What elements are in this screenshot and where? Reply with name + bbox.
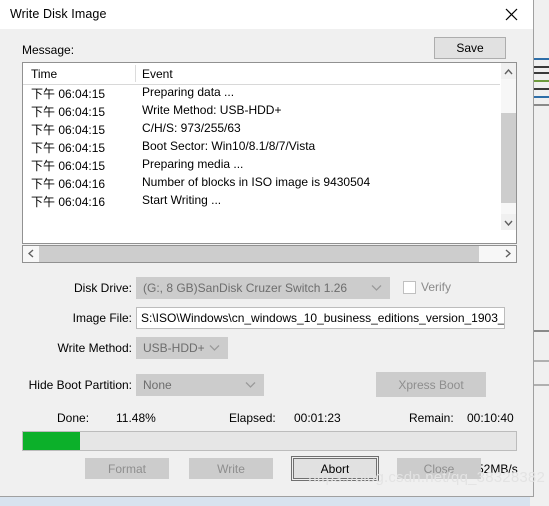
verify-checkbox[interactable]: Verify <box>403 280 451 294</box>
title-bar: Write Disk Image <box>0 0 533 30</box>
abort-button[interactable]: Abort <box>291 456 379 481</box>
row-event: Boot Sector: Win10/8.1/8/7/Vista <box>142 139 316 153</box>
disk-drive-row: Disk Drive: (G:, 8 GB)SanDisk Cruzer Swi… <box>0 277 533 299</box>
save-button[interactable]: Save <box>434 37 506 59</box>
window-title: Write Disk Image <box>10 7 107 21</box>
disk-drive-value: (G:, 8 GB)SanDisk Cruzer Switch 1.26 <box>143 281 348 295</box>
hide-boot-partition-select[interactable]: None <box>136 374 264 396</box>
close-button[interactable]: Close <box>397 458 481 479</box>
row-time: 下午 06:04:15 <box>31 87 106 101</box>
elapsed-value: 00:01:23 <box>294 411 341 425</box>
message-label: Message: <box>22 43 75 57</box>
checkbox-box <box>403 280 416 294</box>
row-event: Write Method: USB-HDD+ <box>142 103 282 117</box>
progress-bar <box>22 431 517 451</box>
verify-label: Verify <box>421 280 452 294</box>
vertical-scroll-track[interactable] <box>501 79 516 214</box>
chevron-up-icon <box>504 64 513 78</box>
scroll-down-button[interactable] <box>501 214 516 230</box>
column-header-time[interactable]: Time <box>31 67 57 81</box>
row-event: Preparing data ... <box>142 85 235 99</box>
chevron-down-icon <box>245 382 256 389</box>
vertical-scrollbar[interactable] <box>500 63 516 243</box>
horizontal-scroll-thumb[interactable] <box>39 246 479 262</box>
chevron-down-icon <box>209 345 220 352</box>
row-time: 下午 06:04:15 <box>31 141 106 155</box>
chevron-left-icon <box>27 247 34 261</box>
message-log-list: Time Event 下午 06:04:15 Preparing data ..… <box>22 62 517 244</box>
scroll-left-button[interactable] <box>23 246 39 262</box>
write-method-value: USB-HDD+ <box>143 341 205 355</box>
elapsed-label: Elapsed: <box>229 411 276 425</box>
write-method-label: Write Method: <box>57 341 132 355</box>
column-divider[interactable] <box>135 65 136 82</box>
scroll-up-button[interactable] <box>501 63 516 79</box>
row-event: C/H/S: 973/255/63 <box>142 121 241 135</box>
remain-label: Remain: <box>409 411 454 425</box>
log-rows: 下午 06:04:15 Preparing data ... 下午 06:04:… <box>23 84 501 243</box>
hide-boot-partition-value: None <box>143 378 172 392</box>
disk-drive-select[interactable]: (G:, 8 GB)SanDisk Cruzer Switch 1.26 <box>136 277 390 299</box>
write-method-select[interactable]: USB-HDD+ <box>136 337 228 359</box>
write-disk-image-dialog: Write Disk Image Message: Save Time Even… <box>0 0 534 497</box>
progress-bar-fill <box>23 432 80 450</box>
hide-boot-partition-row: Hide Boot Partition: None Xpress Boot <box>0 372 533 397</box>
row-time: 下午 06:04:16 <box>31 177 106 191</box>
image-file-input[interactable]: S:\ISO\Windows\cn_windows_10_business_ed… <box>136 307 505 329</box>
done-label: Done: <box>57 411 90 425</box>
table-row[interactable]: 下午 06:04:15 Preparing data ... <box>23 84 501 102</box>
format-button[interactable]: Format <box>85 458 169 479</box>
row-time: 下午 06:04:16 <box>31 195 106 209</box>
table-row[interactable]: 下午 06:04:16 Start Writing ... <box>23 192 501 210</box>
table-row[interactable]: 下午 06:04:16 Number of blocks in ISO imag… <box>23 174 501 192</box>
close-window-button[interactable] <box>489 0 533 29</box>
table-row[interactable]: 下午 06:04:15 Write Method: USB-HDD+ <box>23 102 501 120</box>
write-button[interactable]: Write <box>189 458 273 479</box>
vertical-scroll-thumb[interactable] <box>501 113 516 203</box>
table-row[interactable]: 下午 06:04:15 Preparing media ... <box>23 156 501 174</box>
row-time: 下午 06:04:15 <box>31 105 106 119</box>
xpress-boot-button[interactable]: Xpress Boot <box>376 372 486 397</box>
write-method-row: Write Method: USB-HDD+ <box>0 337 533 359</box>
chevron-down-icon <box>371 285 382 292</box>
row-time: 下午 06:04:15 <box>31 123 106 137</box>
scroll-right-button[interactable] <box>500 246 516 262</box>
done-value: 11.48% <box>116 411 156 425</box>
row-time: 下午 06:04:15 <box>31 159 106 173</box>
dialog-body: Message: Save Time Event 下午 06:04:15 Pre… <box>0 29 533 496</box>
image-file-row: Image File: S:\ISO\Windows\cn_windows_10… <box>0 307 533 329</box>
list-column-headers: Time Event <box>23 63 516 85</box>
remain-value: 00:10:40 <box>467 411 514 425</box>
table-row[interactable]: 下午 06:04:15 C/H/S: 973/255/63 <box>23 120 501 138</box>
image-file-label: Image File: <box>72 311 132 325</box>
row-event: Preparing media ... <box>142 157 244 171</box>
row-event: Start Writing ... <box>142 193 222 207</box>
chevron-down-icon <box>504 215 513 229</box>
disk-drive-label: Disk Drive: <box>73 281 132 295</box>
table-row[interactable]: 下午 06:04:15 Boot Sector: Win10/8.1/8/7/V… <box>23 138 501 156</box>
chevron-right-icon <box>505 247 512 261</box>
close-icon <box>505 8 518 21</box>
hide-boot-partition-label: Hide Boot Partition: <box>28 378 132 392</box>
row-event: Number of blocks in ISO image is 9430504 <box>142 175 371 189</box>
horizontal-scrollbar[interactable] <box>22 245 517 263</box>
column-header-event[interactable]: Event <box>142 67 173 81</box>
